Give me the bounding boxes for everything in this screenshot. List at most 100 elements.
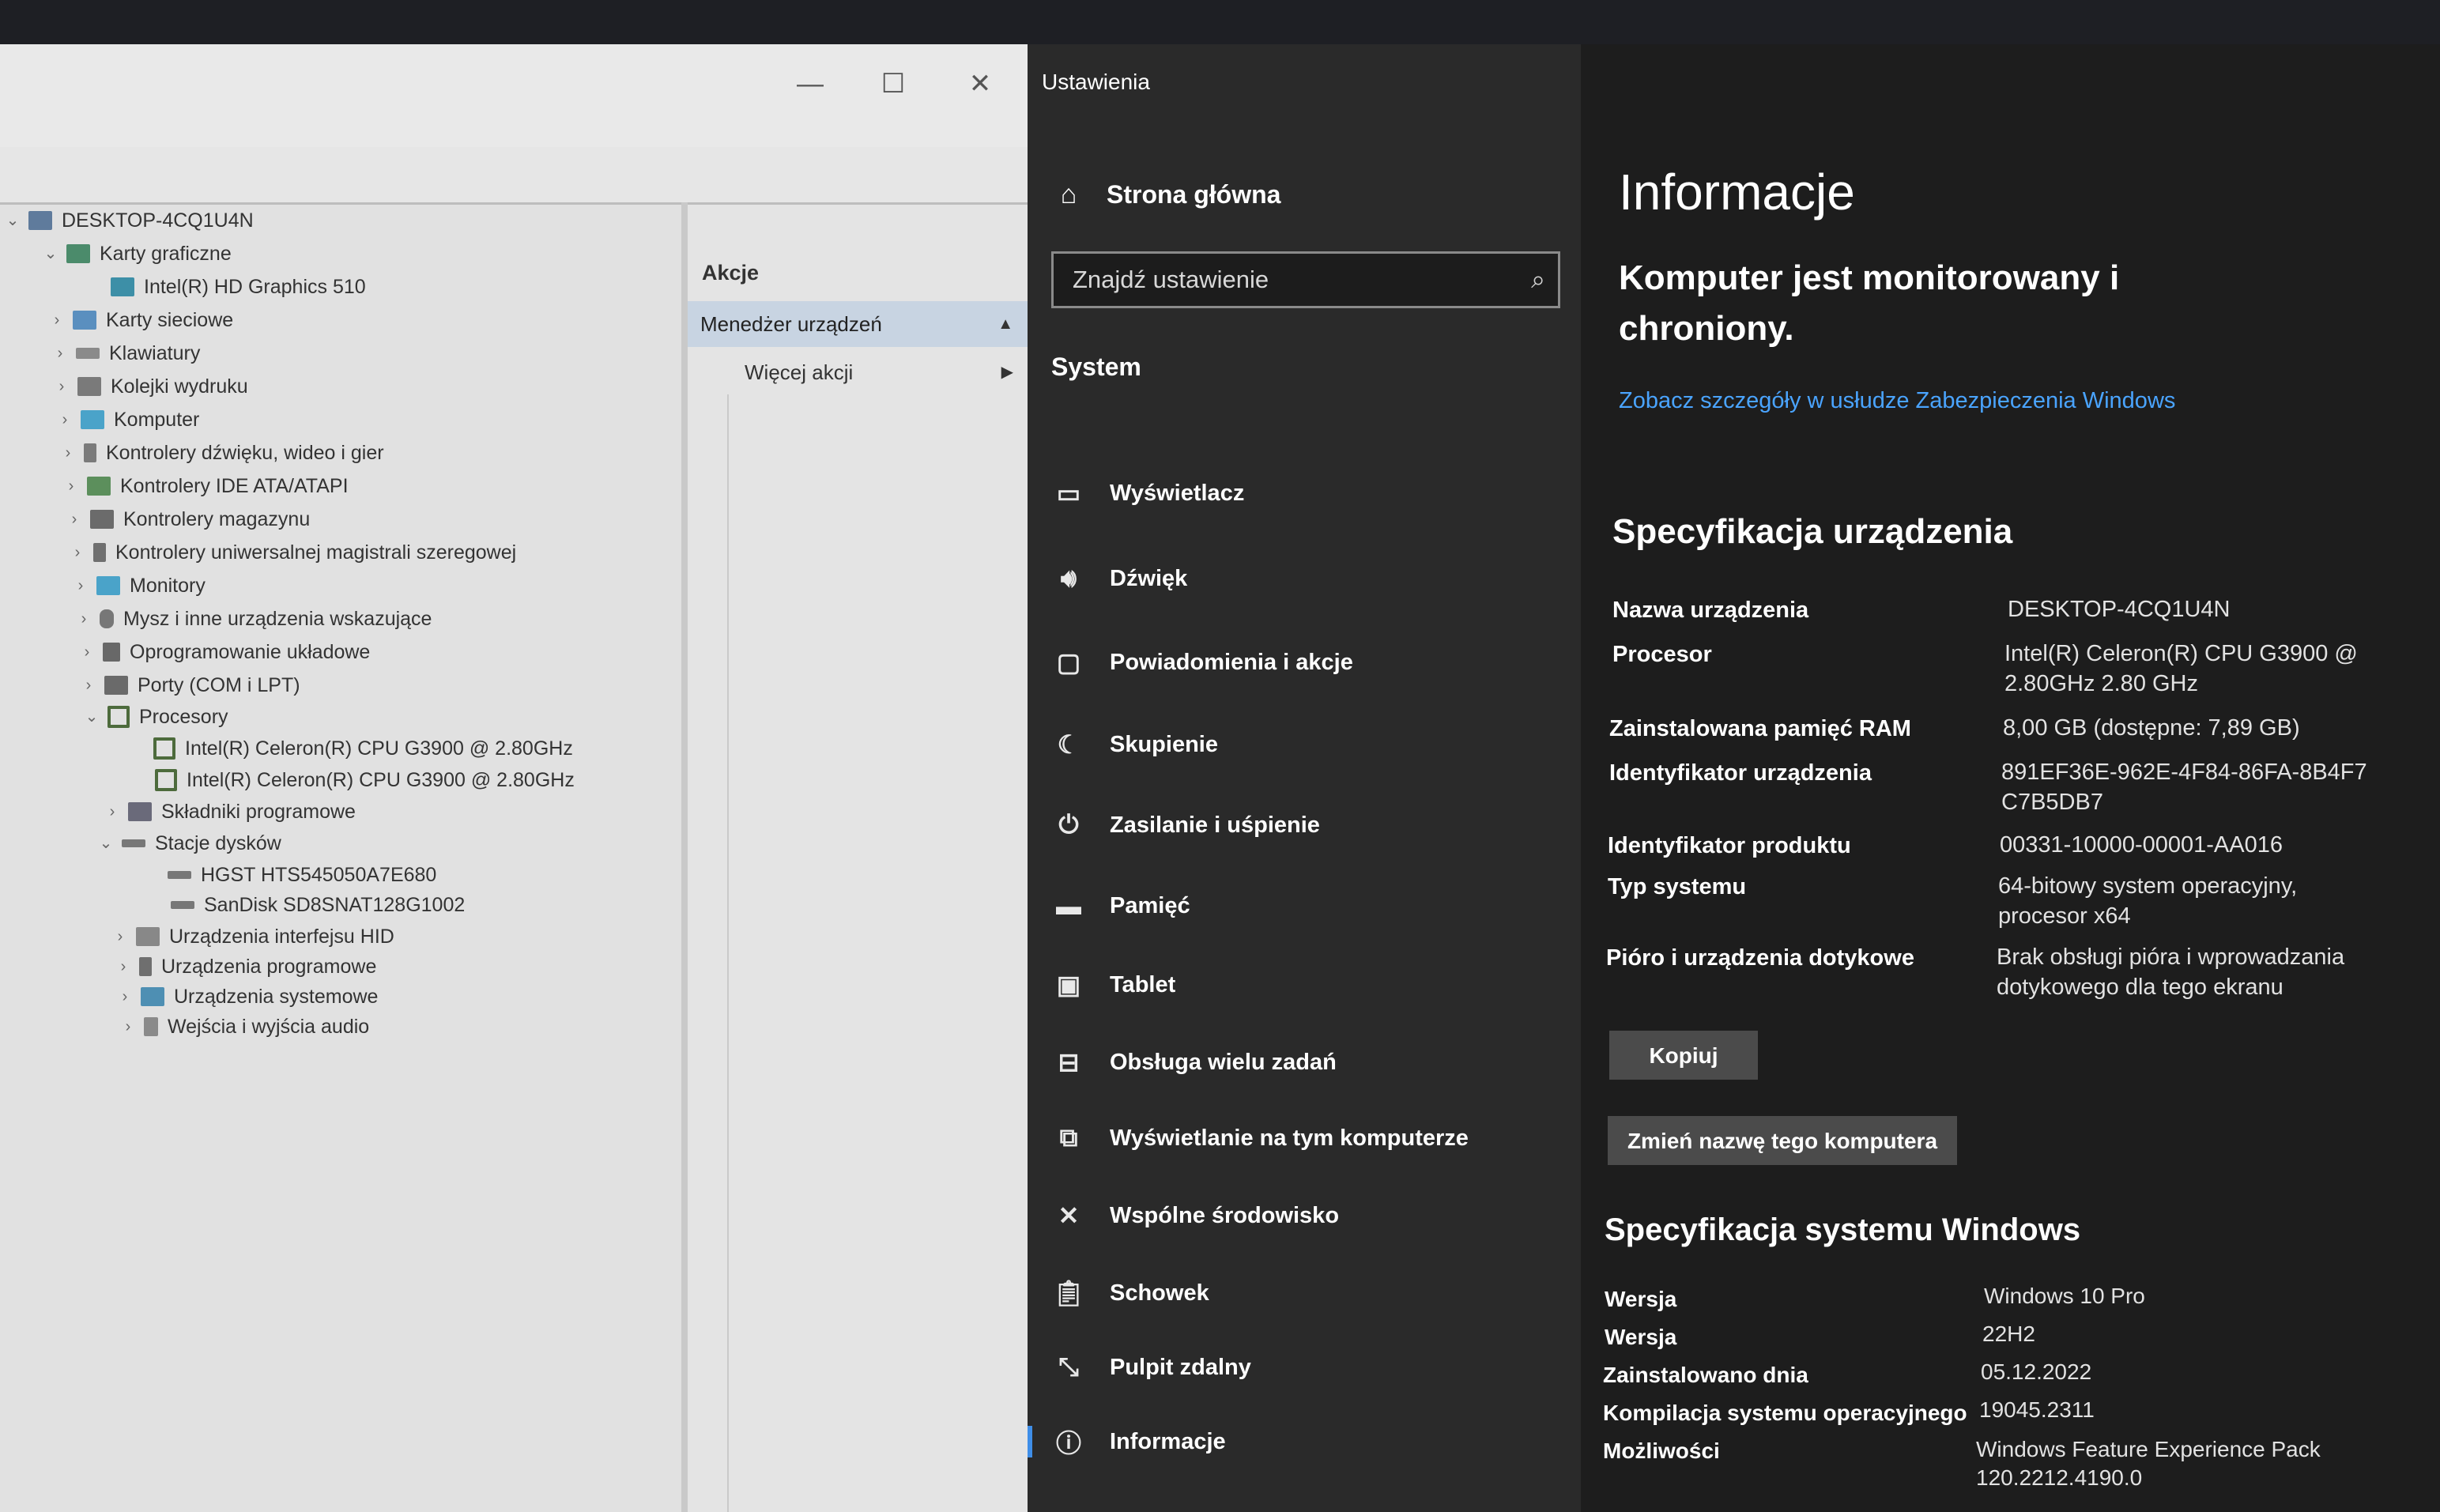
tree-node-storage-controllers[interactable]: › Kontrolery magazynu <box>65 503 311 535</box>
expand-chevron-icon[interactable]: › <box>65 503 84 535</box>
rename-pc-button[interactable]: Zmień nazwę tego komputera <box>1608 1116 1957 1165</box>
tree-node-sound-controllers[interactable]: › Kontrolery dźwięku, wideo i gier <box>58 437 384 469</box>
pane-splitter[interactable] <box>681 202 688 1512</box>
spec-value[interactable]: DESKTOP-4CQ1U4N <box>2008 594 2419 624</box>
expand-chevron-icon[interactable]: › <box>47 304 66 336</box>
settings-nav: Ustawienia ⌂ Strona główna ⌕ System ▭ Wyśw… <box>1028 44 1581 1512</box>
spec-value[interactable]: 8,00 GB (dostępne: 7,89 GB) <box>2003 713 2414 743</box>
device-spec-heading: Specyfikacja urządzenia <box>1612 512 2013 551</box>
winspec-value[interactable]: 22H2 <box>1982 1320 2393 1348</box>
expand-chevron-icon[interactable]: › <box>52 371 71 402</box>
nav-item-power[interactable]: ⏻ Zasilanie i uśpienie <box>1051 803 1320 847</box>
expand-chevron-icon[interactable]: › <box>79 669 98 701</box>
tree-node-firmware[interactable]: › Oprogramowanie układowe <box>77 636 371 668</box>
tree-node-computer-category[interactable]: › Komputer <box>55 404 200 436</box>
security-details-link[interactable]: Zobacz szczegóły w usłudze Zabezpieczeni… <box>1619 384 2188 417</box>
winspec-value[interactable]: Windows Feature Experience Pack 120.2212… <box>1976 1435 2340 1492</box>
tree-node-mice[interactable]: › Mysz i inne urządzenia wskazujące <box>74 603 432 635</box>
tree-node-processors[interactable]: ⌄ Procesory <box>82 701 228 733</box>
expand-chevron-icon[interactable]: › <box>119 1011 138 1043</box>
tree-node-label: Oprogramowanie układowe <box>130 641 371 663</box>
tree-node-label: Porty (COM i LPT) <box>138 674 300 696</box>
tree-node-label: Mysz i inne urządzenia wskazujące <box>123 608 432 630</box>
expand-chevron-icon[interactable]: › <box>71 570 90 601</box>
expand-chevron-icon[interactable]: › <box>103 796 122 828</box>
expand-chevron-icon[interactable]: › <box>55 404 74 436</box>
collapse-chevron-icon[interactable]: ⌄ <box>82 701 101 733</box>
actions-more-item[interactable]: Więcej akcji ▶ <box>688 352 1028 393</box>
tree-node-device[interactable]: SanDisk SD8SNAT128G1002 <box>145 889 465 921</box>
tree-node-disk-drives[interactable]: ⌄ Stacje dysków <box>96 828 281 859</box>
nav-item-clipboard[interactable]: 📋︎ Schowek <box>1051 1271 1209 1315</box>
actions-device-manager-item[interactable]: Menedżer urządzeń ▲ <box>688 301 1028 347</box>
collapse-triangle-icon[interactable]: ▲ <box>997 301 1013 347</box>
settings-search-input[interactable] <box>1071 265 1517 295</box>
tree-node-display-adapters[interactable]: ⌄ Karty graficzne <box>41 238 232 270</box>
tree-node-system-devices[interactable]: › Urządzenia systemowe <box>115 981 379 1012</box>
tree-node-device[interactable]: Intel(R) Celeron(R) CPU G3900 @ 2.80GHz <box>130 764 575 796</box>
tree-node-device[interactable]: HGST HTS545050A7E680 <box>142 859 436 891</box>
tree-node-audio-io[interactable]: › Wejścia i wyjścia audio <box>119 1011 370 1043</box>
tree-node-software-devices[interactable]: › Urządzenia programowe <box>114 951 377 982</box>
expand-chevron-icon[interactable]: › <box>114 951 133 982</box>
collapse-chevron-icon[interactable]: ⌄ <box>96 828 115 859</box>
expand-triangle-icon[interactable]: ▶ <box>1001 352 1013 393</box>
tree-node-network-adapters[interactable]: › Karty sieciowe <box>47 304 234 336</box>
tree-node-label: DESKTOP-4CQ1U4N <box>62 209 254 232</box>
expand-chevron-icon[interactable]: › <box>58 437 77 469</box>
spec-value[interactable]: 00331-10000-00001-AA016 <box>2000 830 2411 860</box>
winspec-value[interactable]: Windows 10 Pro <box>1984 1282 2395 1310</box>
settings-search-box[interactable]: ⌕ <box>1051 251 1560 308</box>
tree-node-device[interactable]: Intel(R) Celeron(R) CPU G3900 @ 2.80GHz <box>128 733 573 764</box>
close-button[interactable]: ✕ <box>952 60 1008 107</box>
tree-node-usb-controllers[interactable]: › Kontrolery uniwersalnej magistrali szer… <box>68 537 517 568</box>
tree-node-label: Składniki programowe <box>161 801 356 823</box>
tree-node-device[interactable]: Intel(R) HD Graphics 510 <box>85 271 366 303</box>
nav-item-about[interactable]: ⓘ Informacje <box>1028 1420 1226 1464</box>
minimize-button[interactable]: — <box>783 60 838 107</box>
expand-chevron-icon[interactable]: › <box>51 337 70 369</box>
collapse-chevron-icon[interactable]: ⌄ <box>41 238 60 270</box>
nav-item-notifications[interactable]: ▢ Powiadomienia i akcje <box>1051 640 1353 684</box>
nav-item-multitasking[interactable]: ⊟ Obsługa wielu zadań <box>1051 1040 1337 1084</box>
nav-item-sound[interactable]: 🔊︎ Dźwięk <box>1051 556 1187 601</box>
expand-chevron-icon[interactable]: › <box>115 981 134 1012</box>
tree-node-label: Kontrolery magazynu <box>123 508 311 530</box>
spec-value[interactable]: 891EF36E-962E-4F84-86FA-8B4F7C7B5DB7 <box>2001 757 2373 817</box>
nav-item-shared-experiences[interactable]: ✕ Wspólne środowisko <box>1051 1193 1339 1238</box>
tree-node-keyboards[interactable]: › Klawiatury <box>51 337 201 369</box>
nav-item-projecting[interactable]: ⧉ Wyświetlanie na tym komputerze <box>1051 1116 1469 1160</box>
spec-value[interactable]: Brak obsługi pióra i wprowadzania dotyko… <box>1997 942 2392 1002</box>
tree-node-ports[interactable]: › Porty (COM i LPT) <box>79 669 300 701</box>
nav-item-storage[interactable]: ▬ Pamięć <box>1051 884 1190 928</box>
tree-node-hid[interactable]: › Urządzenia interfejsu HID <box>111 921 394 952</box>
tree-node-monitors[interactable]: › Monitory <box>71 570 206 601</box>
search-icon[interactable]: ⌕ <box>1531 265 1545 295</box>
nav-home-label: Strona główna <box>1107 179 1281 209</box>
nav-item-focus[interactable]: ☾ Skupienie <box>1051 722 1218 767</box>
info-icon: ⓘ <box>1055 1429 1081 1457</box>
tree-node-software-components[interactable]: › Składniki programowe <box>103 796 356 828</box>
nav-item-tablet[interactable]: ▣ Tablet <box>1051 963 1175 1007</box>
tree-node-print-queues[interactable]: › Kolejki wydruku <box>52 371 248 402</box>
collapse-chevron-icon[interactable]: ⌄ <box>3 205 22 236</box>
notification-icon: ▢ <box>1056 648 1081 677</box>
expand-chevron-icon[interactable]: › <box>111 921 130 952</box>
maximize-button[interactable]: ☐ <box>866 60 921 107</box>
spec-value[interactable]: 64-bitowy system operacyjny, procesor x6… <box>1998 871 2330 931</box>
tree-node-ide-controllers[interactable]: › Kontrolery IDE ATA/ATAPI <box>62 470 349 502</box>
spec-value[interactable]: Intel(R) Celeron(R) CPU G3900 @ 2.80GHz … <box>2004 639 2376 699</box>
copy-button[interactable]: Kopiuj <box>1609 1031 1758 1080</box>
expand-chevron-icon[interactable]: › <box>68 537 87 568</box>
nav-item-remote-desktop[interactable]: ⤡ Pulpit zdalny <box>1051 1345 1251 1389</box>
expand-chevron-icon[interactable]: › <box>74 603 93 635</box>
nav-home[interactable]: ⌂ Strona główna <box>1051 171 1281 218</box>
tree-node-computer[interactable]: ⌄ DESKTOP-4CQ1U4N <box>3 205 254 236</box>
expand-chevron-icon[interactable]: › <box>62 470 81 502</box>
sound-icon <box>84 443 96 462</box>
nav-item-display[interactable]: ▭ Wyświetlacz <box>1051 471 1244 515</box>
winspec-value[interactable]: 19045.2311 <box>1979 1396 2390 1424</box>
expand-chevron-icon[interactable]: › <box>77 636 96 668</box>
winspec-value[interactable]: 05.12.2022 <box>1981 1358 2392 1386</box>
actions-header: Akcje <box>702 261 760 285</box>
